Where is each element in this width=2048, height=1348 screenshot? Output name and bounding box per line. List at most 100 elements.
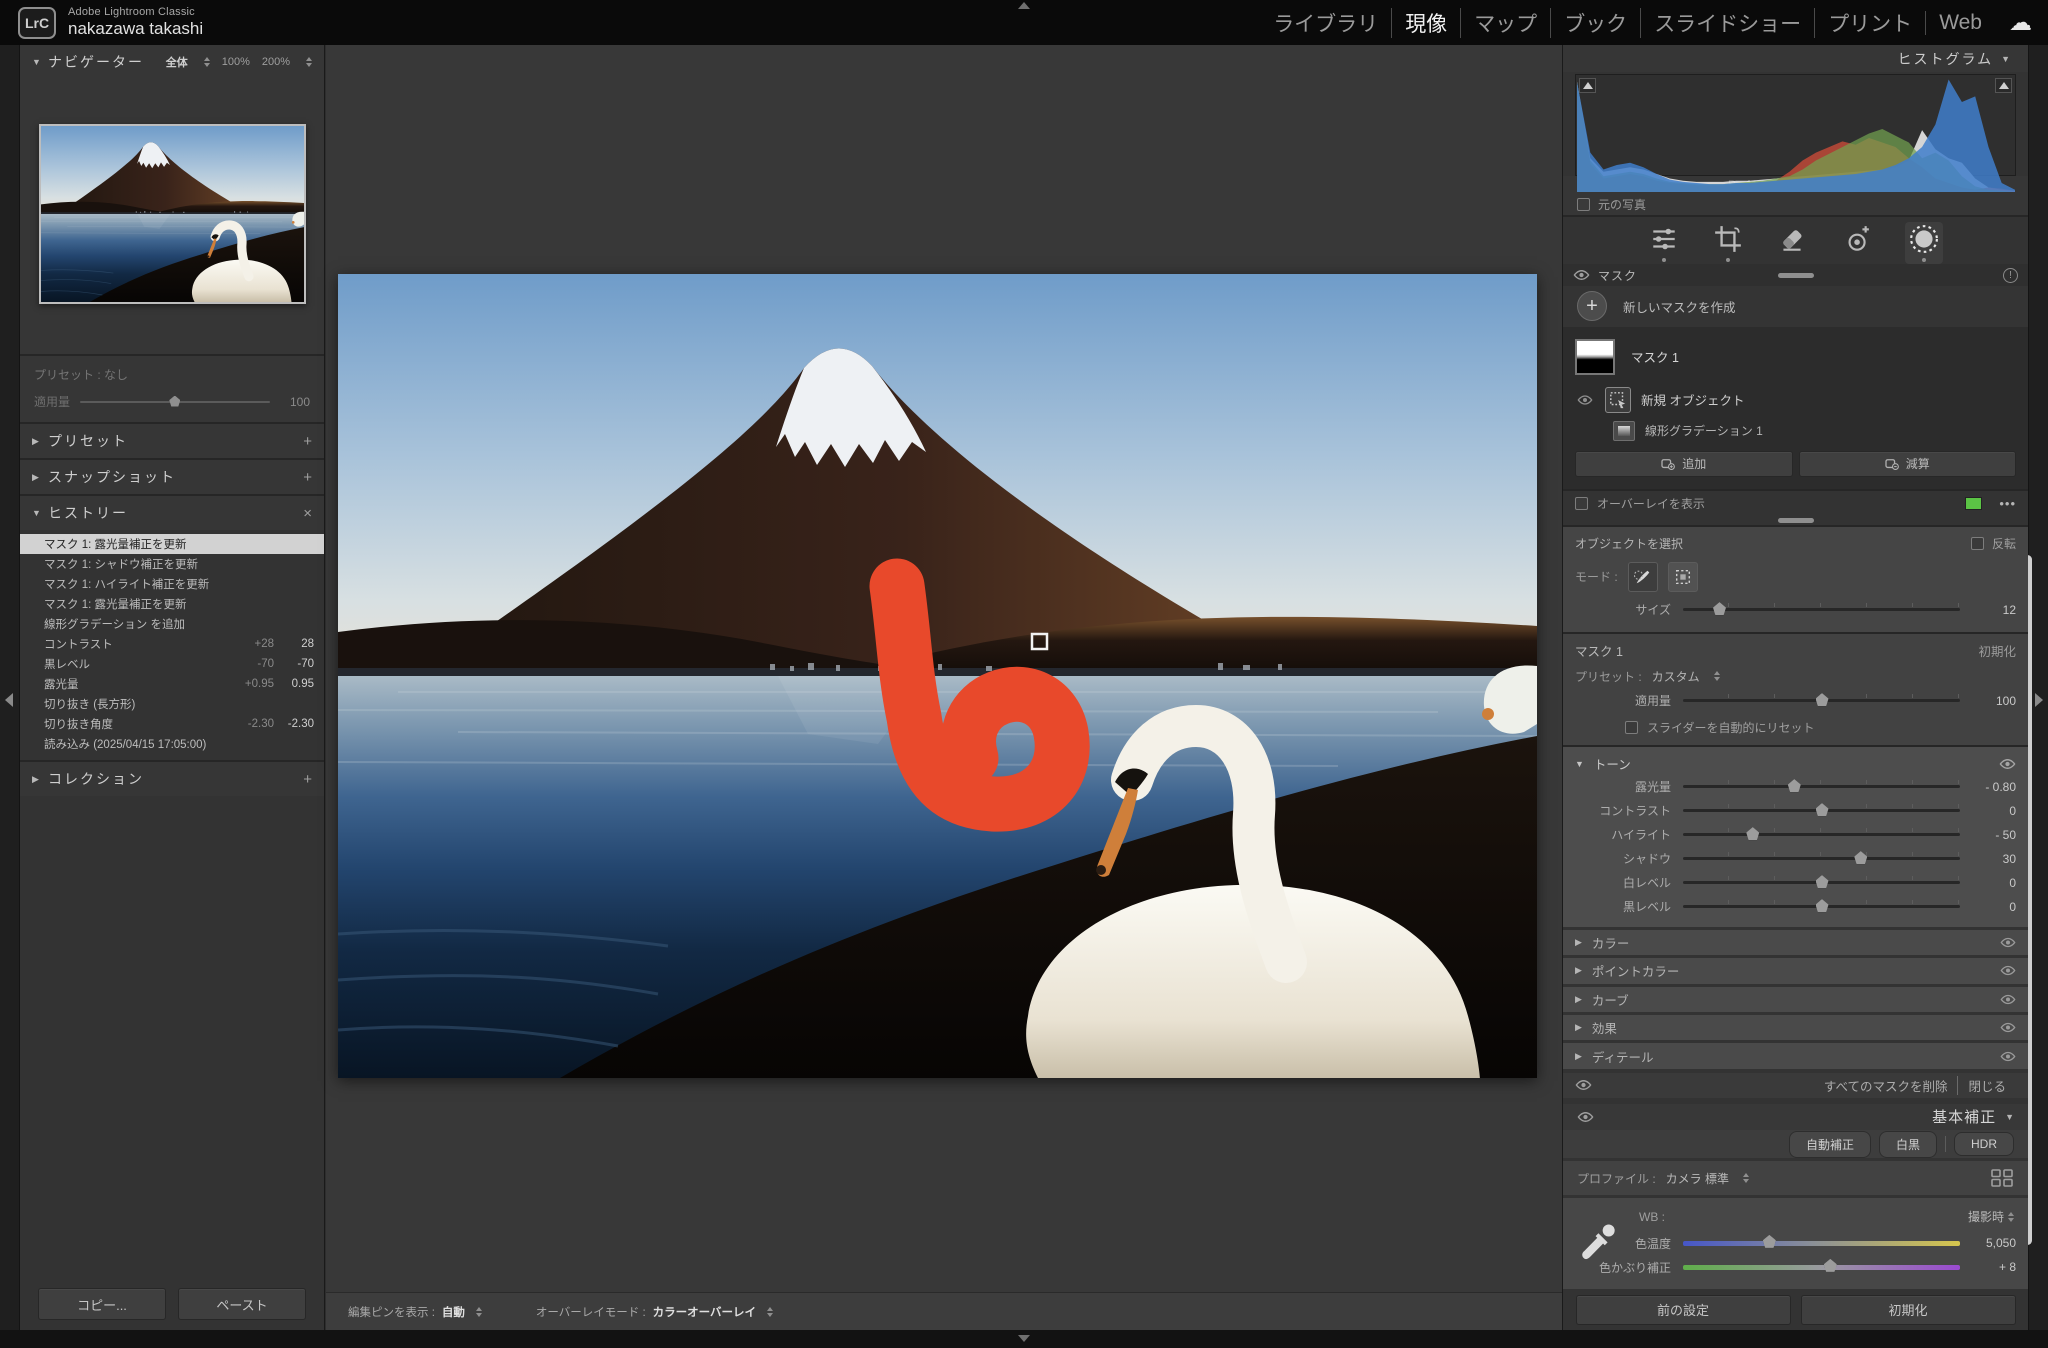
- close-mask-panel-button[interactable]: 閉じる: [1957, 1076, 2016, 1095]
- previous-settings-button[interactable]: 前の設定: [1576, 1295, 1791, 1325]
- stepper-icon[interactable]: [476, 1307, 482, 1317]
- copy-button[interactable]: コピー...: [38, 1288, 166, 1320]
- info-icon[interactable]: !: [2003, 268, 2018, 283]
- history-item[interactable]: 露光量+0.950.95: [20, 674, 324, 694]
- mask-add-button[interactable]: 追加: [1575, 451, 1793, 477]
- auto-button[interactable]: 自動補正: [1789, 1131, 1871, 1158]
- edit-pins-value[interactable]: 自動: [442, 1304, 465, 1320]
- whites-slider[interactable]: [1683, 881, 1960, 884]
- nav-zoom-200[interactable]: 200%: [262, 56, 290, 68]
- delete-all-masks-button[interactable]: すべてのマスクを削除: [1814, 1076, 1958, 1095]
- bw-button[interactable]: 白黒: [1879, 1131, 1937, 1158]
- show-overlay-checkbox[interactable]: [1575, 497, 1588, 510]
- create-mask-row[interactable]: + 新しいマスクを作成: [1563, 286, 2028, 327]
- module-library[interactable]: ライブラリ: [1260, 8, 1391, 38]
- stepper-icon[interactable]: [2008, 1212, 2014, 1222]
- hdr-button[interactable]: HDR: [1954, 1132, 2014, 1156]
- eye-icon[interactable]: [2000, 1022, 2016, 1033]
- shadow-clipping-indicator[interactable]: [1579, 78, 1596, 93]
- histogram-header[interactable]: ヒストグラム ▼: [1563, 45, 2028, 72]
- collapse-top-arrow-icon[interactable]: [1018, 2, 1030, 9]
- history-section-header[interactable]: ▼ ヒストリー ×: [20, 496, 324, 530]
- presets-section-header[interactable]: ▶ プリセット +: [20, 424, 324, 458]
- brush-mode-button[interactable]: [1628, 562, 1658, 592]
- mask-preset-value[interactable]: カスタム: [1652, 668, 1700, 685]
- eye-icon[interactable]: [1577, 1111, 1594, 1123]
- history-item[interactable]: マスク 1: シャドウ補正を更新: [20, 554, 324, 574]
- overlay-options-menu[interactable]: •••: [1999, 496, 2016, 511]
- photo-canvas[interactable]: [338, 274, 1537, 1078]
- wb-value[interactable]: 撮影時: [1968, 1208, 2004, 1225]
- profile-value[interactable]: カメラ 標準: [1666, 1170, 1729, 1187]
- mask-subtract-button[interactable]: 減算: [1799, 451, 2017, 477]
- eye-icon[interactable]: [2000, 994, 2016, 1005]
- stepper-icon[interactable]: [306, 57, 312, 67]
- clear-history-button[interactable]: ×: [303, 505, 312, 522]
- history-item[interactable]: マスク 1: 露光量補正を更新: [20, 534, 324, 554]
- stepper-icon[interactable]: [767, 1307, 773, 1317]
- panel-drag-handle[interactable]: [1778, 273, 1814, 278]
- component-eye-icon[interactable]: [1575, 394, 1595, 406]
- tint-slider[interactable]: [1683, 1265, 1960, 1270]
- nav-zoom-100[interactable]: 100%: [222, 56, 250, 68]
- add-preset-button[interactable]: +: [303, 433, 312, 450]
- module-web[interactable]: Web: [1925, 11, 1995, 35]
- overlay-color-swatch[interactable]: [1965, 497, 1982, 510]
- module-print[interactable]: プリント: [1814, 8, 1925, 38]
- rect-select-mode-button[interactable]: [1668, 562, 1698, 592]
- amount-slider[interactable]: [80, 401, 270, 403]
- section-point-color[interactable]: ▶ ポイントカラー: [1563, 958, 2028, 983]
- section-curve[interactable]: ▶ カーブ: [1563, 987, 2028, 1012]
- section-detail[interactable]: ▶ ディテール: [1563, 1043, 2028, 1068]
- eye-icon[interactable]: [2000, 1051, 2016, 1062]
- history-item[interactable]: 切り抜き角度-2.30-2.30: [20, 714, 324, 734]
- section-effects[interactable]: ▶ 効果: [1563, 1015, 2028, 1040]
- mask-reset-button[interactable]: 初期化: [1978, 641, 2016, 660]
- navigator-thumbnail[interactable]: [39, 124, 306, 304]
- contrast-slider[interactable]: [1683, 809, 1960, 812]
- eye-icon[interactable]: [1999, 758, 2016, 770]
- history-item[interactable]: 切り抜き (長方形): [20, 694, 324, 714]
- basic-adjust-tool[interactable]: [1649, 224, 1679, 262]
- collapse-left-arrow-icon[interactable]: [5, 693, 13, 707]
- history-item[interactable]: 読み込み (2025/04/15 17:05:00): [20, 734, 324, 754]
- masking-tool[interactable]: [1905, 222, 1943, 264]
- collapse-right-arrow-icon[interactable]: [2035, 693, 2043, 707]
- section-color[interactable]: ▶ カラー: [1563, 930, 2028, 955]
- history-item[interactable]: マスク 1: ハイライト補正を更新: [20, 574, 324, 594]
- paste-button[interactable]: ペースト: [178, 1288, 306, 1320]
- add-snapshot-button[interactable]: +: [303, 469, 312, 486]
- size-slider[interactable]: [1683, 608, 1960, 611]
- reset-button[interactable]: 初期化: [1801, 1295, 2016, 1325]
- auto-reset-checkbox[interactable]: [1625, 721, 1638, 734]
- mask-subcomponent-row[interactable]: 線形グラデーション 1: [1573, 417, 2018, 449]
- module-map[interactable]: マップ: [1460, 8, 1550, 38]
- plus-icon[interactable]: +: [1577, 291, 1607, 321]
- red-eye-tool[interactable]: [1841, 224, 1871, 262]
- eye-icon[interactable]: [2000, 937, 2016, 948]
- navigator-preview[interactable]: [20, 79, 324, 354]
- tone-header[interactable]: ▼ トーン: [1575, 753, 2016, 775]
- stepper-icon[interactable]: [204, 57, 210, 67]
- highlight-clipping-indicator[interactable]: [1995, 78, 2012, 93]
- profile-browser-icon[interactable]: [1990, 1168, 2014, 1188]
- module-develop[interactable]: 現像: [1391, 8, 1460, 38]
- collapse-bottom-arrow-icon[interactable]: [1018, 1335, 1030, 1342]
- eye-icon[interactable]: [1575, 1079, 1592, 1091]
- overlay-mode-value[interactable]: カラーオーバーレイ: [653, 1304, 756, 1320]
- original-photo-checkbox[interactable]: [1577, 198, 1590, 211]
- history-item[interactable]: 線形グラデーション を追加: [20, 614, 324, 634]
- eye-icon[interactable]: [2000, 965, 2016, 976]
- crop-tool[interactable]: [1713, 224, 1743, 262]
- shadows-slider[interactable]: [1683, 857, 1960, 860]
- left-panel-collapse-strip[interactable]: [0, 45, 20, 1330]
- module-slideshow[interactable]: スライドショー: [1640, 8, 1814, 38]
- mask-component-row[interactable]: 新規 オブジェクト: [1573, 383, 2018, 417]
- history-item[interactable]: 黒レベル-70-70: [20, 654, 324, 674]
- cloud-sync-icon[interactable]: ☁: [1995, 9, 2032, 36]
- panel-drag-handle[interactable]: [1778, 518, 1814, 523]
- module-book[interactable]: ブック: [1550, 8, 1640, 38]
- snapshots-section-header[interactable]: ▶ スナップショット +: [20, 460, 324, 494]
- histogram[interactable]: [1575, 74, 2016, 176]
- invert-checkbox[interactable]: [1971, 537, 1984, 550]
